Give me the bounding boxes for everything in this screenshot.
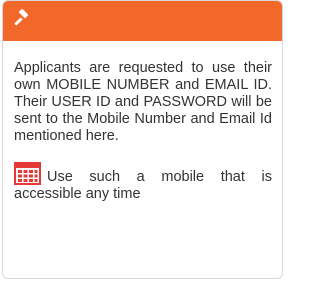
calendar-icon: [14, 162, 41, 185]
card-header: [3, 1, 282, 41]
instructions-card: Applicants are requested to use their ow…: [2, 0, 283, 279]
instructions-paragraph: Applicants are requested to use their ow…: [14, 60, 272, 144]
gavel-icon: [14, 9, 29, 26]
mobile-note-text: Use such a mobile that is accessible any…: [14, 169, 272, 202]
card-body: Applicants are requested to use their ow…: [3, 41, 282, 203]
mobile-note: Use such a mobile that is accessible any…: [14, 162, 272, 203]
